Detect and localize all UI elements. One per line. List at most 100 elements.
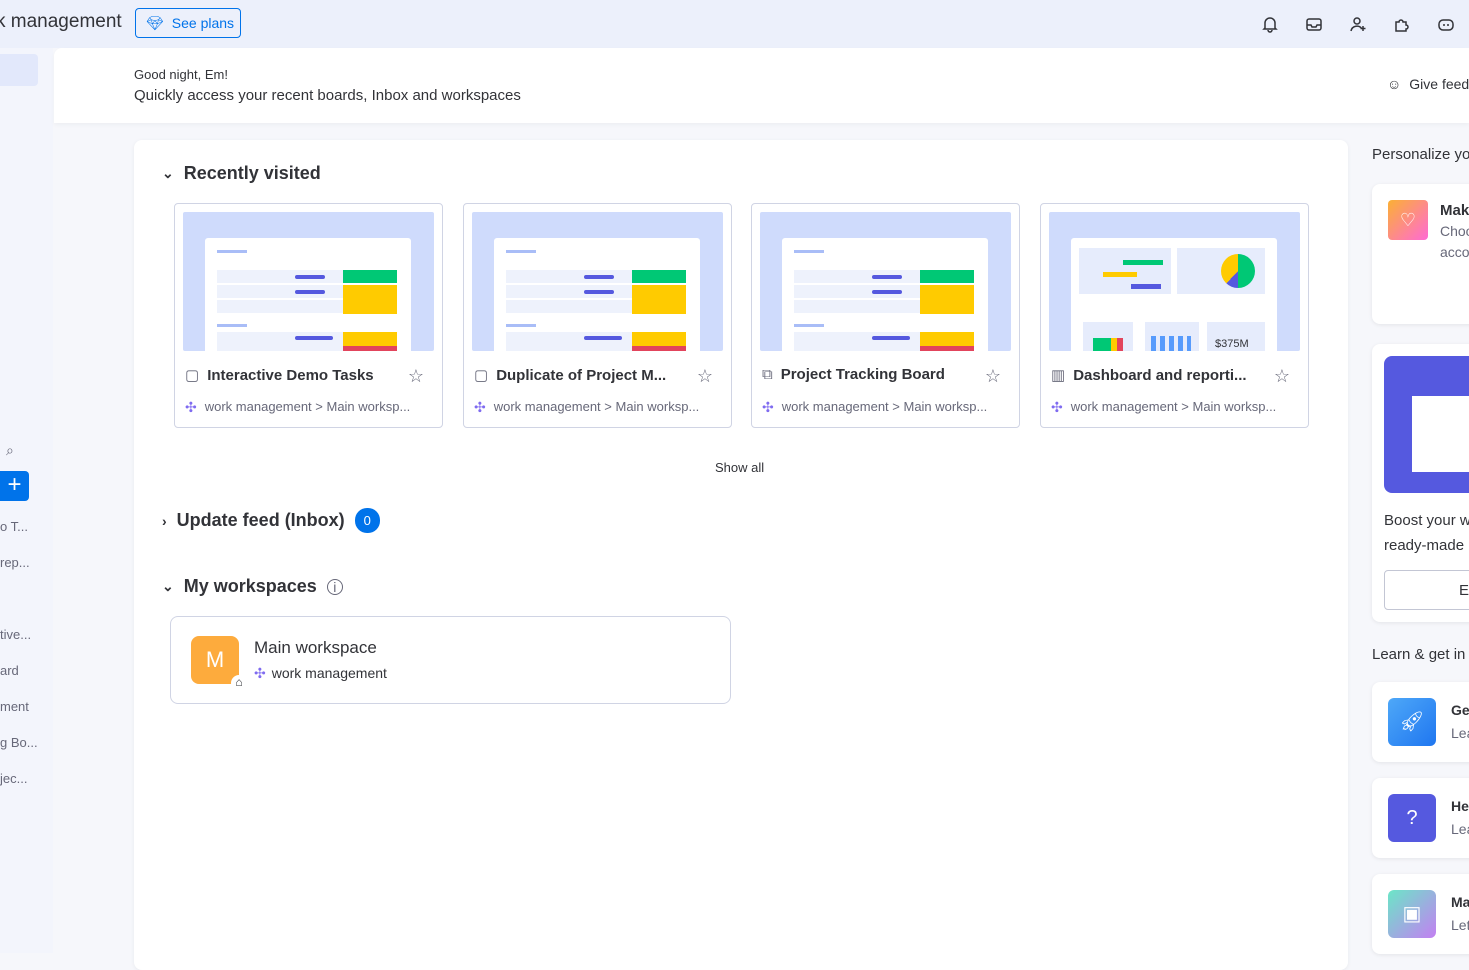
board-thumbnail	[472, 212, 723, 351]
card-text: Choo	[1440, 223, 1469, 239]
board-thumbnail	[183, 212, 434, 351]
product-icon: ✣	[185, 399, 197, 415]
board-path: ✣ work management > Main worksp...	[474, 399, 699, 416]
learn-title: Learn & get in	[1372, 646, 1466, 663]
main-panel: ⌄ Recently visited ▢ Interactive Demo Task…	[134, 140, 1348, 970]
board-name: Interactive Demo Tasks	[207, 366, 374, 384]
greeting-subtitle: Quickly access your recent boards, Inbox…	[134, 87, 521, 104]
feedback-icon: ☺	[1387, 76, 1402, 92]
rocket-icon: 🚀︎	[1388, 698, 1436, 746]
search-icon[interactable]: ⌕	[6, 442, 14, 459]
board-path: ✣ work management > Main worksp...	[762, 399, 987, 416]
recently-visited-toggle[interactable]: ⌄ Recently visited	[162, 163, 321, 184]
recent-board-card[interactable]: ▢ Interactive Demo Tasks ☆ ✣ work manageme…	[174, 203, 443, 428]
card-text: ready-made	[1384, 537, 1465, 554]
learn-title: He	[1451, 798, 1469, 814]
ai-assistant-icon[interactable]	[1436, 14, 1456, 34]
product-icon: ✣	[1051, 399, 1063, 415]
recent-board-card[interactable]: $375M ▥ Dashboard and reporti... ☆ ✣ work …	[1040, 203, 1309, 428]
explore-templates-button[interactable]: Ex	[1384, 570, 1469, 610]
left-sidebar: ⌕ + o T... rep... tive... ard ment g Bo.…	[0, 48, 53, 953]
help-icon: ?	[1388, 794, 1436, 842]
board-title: ⧉ Project Tracking Board	[762, 366, 945, 383]
templates-card: Boost your w ready-made Ex	[1372, 344, 1469, 622]
sidebar-item[interactable]: g Bo...	[0, 735, 38, 750]
workspace-product-label: work management	[271, 665, 387, 681]
board-path-label: work management > Main worksp...	[204, 399, 411, 414]
recent-board-card[interactable]: ▢ Duplicate of Project M... ☆ ✣ work manag…	[463, 203, 732, 428]
sidebar-item[interactable]: ment	[0, 699, 29, 714]
heart-icon: ♡	[1388, 200, 1428, 240]
card-text: acco	[1440, 244, 1469, 260]
shared-board-icon: ⧉	[762, 366, 773, 383]
dashboard-stat: $375M	[1207, 322, 1265, 351]
add-button[interactable]: +	[0, 471, 29, 501]
show-all-link[interactable]: Show all	[715, 460, 764, 475]
greeting-header: Good night, Em! Quickly access your rece…	[54, 48, 1469, 123]
greeting: Good night, Em!	[134, 67, 228, 82]
bell-icon[interactable]	[1260, 14, 1280, 34]
see-plans-label: See plans	[171, 15, 235, 31]
board-name: Dashboard and reporti...	[1073, 366, 1247, 384]
star-icon[interactable]: ☆	[1274, 366, 1290, 387]
board-name: Project Tracking Board	[780, 366, 945, 383]
star-icon[interactable]: ☆	[985, 366, 1001, 387]
invite-user-icon[interactable]	[1348, 14, 1368, 34]
recent-board-card[interactable]: ⧉ Project Tracking Board ☆ ✣ work manageme…	[751, 203, 1020, 428]
info-icon[interactable]: i	[326, 578, 343, 595]
sidebar-item[interactable]: o T...	[0, 519, 28, 534]
board-thumbnail: $375M	[1049, 212, 1300, 351]
learn-text: Let	[1451, 917, 1469, 933]
sidebar-home-item[interactable]	[0, 54, 38, 86]
workspace-name: Main workspace	[254, 638, 377, 657]
star-icon[interactable]: ☆	[408, 366, 424, 387]
sidebar-item[interactable]: ard	[0, 663, 19, 678]
board-path-label: work management > Main worksp...	[493, 399, 700, 414]
sidebar-item[interactable]: jec...	[0, 771, 27, 786]
home-icon: ⌂	[231, 675, 247, 691]
product-icon: ✣	[474, 399, 486, 415]
learn-title: Ma	[1451, 894, 1469, 910]
board-title: ▥ Dashboard and reporti...	[1051, 366, 1247, 385]
section-title: My workspaces	[183, 576, 317, 596]
feedback-label: Give feedback	[1409, 76, 1469, 92]
product-icon: ✣	[762, 399, 774, 415]
board-icon: ▢	[474, 367, 489, 384]
make-it-yours-card[interactable]: ♡ Mak Choo acco	[1372, 184, 1469, 324]
community-icon: ▣	[1388, 890, 1436, 938]
inbox-icon[interactable]	[1304, 14, 1324, 34]
section-title: Update feed (Inbox)	[176, 510, 345, 530]
see-plans-button[interactable]: 💎︎ See plans	[135, 8, 241, 38]
star-icon[interactable]: ☆	[697, 366, 713, 387]
learn-text: Lea	[1451, 725, 1469, 741]
board-title: ▢ Interactive Demo Tasks	[185, 366, 374, 385]
product-icon: ✣	[254, 665, 266, 681]
my-workspaces-toggle[interactable]: ⌄ My workspaces i	[162, 576, 343, 597]
diamond-icon: 💎︎	[146, 14, 164, 31]
sidebar-item[interactable]: tive...	[0, 627, 31, 642]
product-name: k management	[0, 11, 122, 32]
templates-image	[1384, 356, 1469, 493]
board-name: Duplicate of Project M...	[496, 366, 667, 384]
section-title: Recently visited	[183, 163, 321, 183]
apps-icon[interactable]	[1392, 14, 1412, 34]
workspace-avatar: M	[191, 636, 239, 684]
learn-card[interactable]: 🚀︎ Ge Lea	[1372, 682, 1469, 762]
board-path: ✣ work management > Main worksp...	[185, 399, 410, 416]
learn-title: Ge	[1451, 702, 1469, 718]
workspace-product: ✣ work management	[254, 665, 387, 682]
learn-text: Lea	[1451, 821, 1469, 837]
update-feed-toggle[interactable]: › Update feed (Inbox) 0	[162, 508, 380, 533]
board-thumbnail	[760, 212, 1011, 351]
give-feedback-button[interactable]: ☺ Give feedback	[1387, 76, 1469, 92]
personalize-title: Personalize yo	[1372, 146, 1469, 163]
workspace-card[interactable]: M ⌂ Main workspace ✣ work management	[170, 616, 731, 704]
card-title: Mak	[1440, 202, 1469, 219]
learn-card[interactable]: ? He Lea	[1372, 778, 1469, 858]
learn-card[interactable]: ▣ Ma Let	[1372, 874, 1469, 954]
card-text: Boost your w	[1384, 512, 1469, 529]
chevron-right-icon: ›	[162, 512, 167, 529]
board-path: ✣ work management > Main worksp...	[1051, 399, 1276, 416]
board-title: ▢ Duplicate of Project M...	[474, 366, 667, 385]
sidebar-item[interactable]: rep...	[0, 555, 30, 570]
